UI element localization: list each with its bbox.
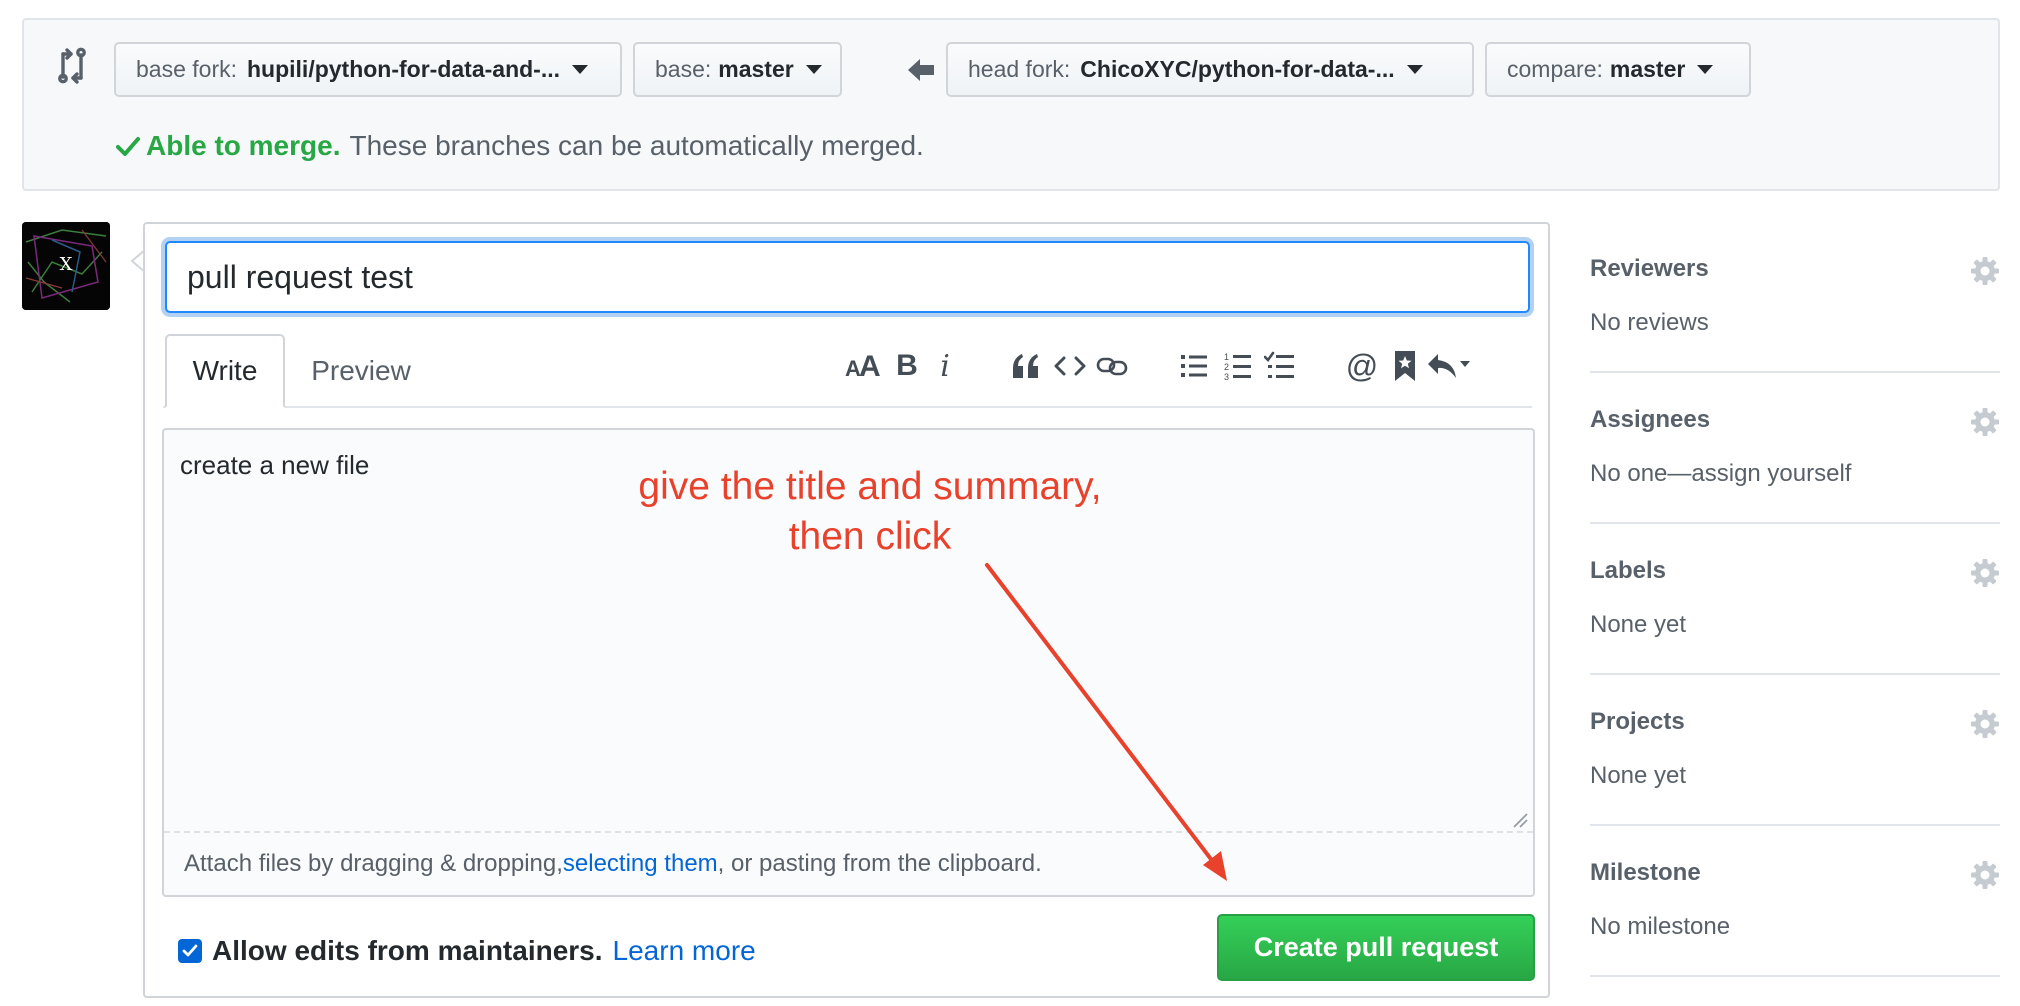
- assignees-heading: Assignees: [1590, 406, 1711, 433]
- reply-icon[interactable]: [1425, 344, 1473, 388]
- allow-edits-checkbox[interactable]: [178, 939, 202, 963]
- milestone-heading: Milestone: [1590, 859, 1701, 886]
- labels-heading: Labels: [1590, 557, 1667, 584]
- link-icon[interactable]: [1093, 344, 1131, 388]
- attach-files-zone[interactable]: Attach files by dragging & dropping, sel…: [164, 831, 1533, 895]
- avatar-letter: X: [60, 254, 73, 275]
- compare-branches-icon: [58, 47, 86, 84]
- allow-edits-label[interactable]: Allow edits from maintainers.: [212, 935, 603, 967]
- saved-reply-icon[interactable]: [1386, 344, 1424, 388]
- compare-branch-select[interactable]: compare: master: [1485, 42, 1751, 97]
- code-icon[interactable]: [1051, 344, 1089, 388]
- section-divider: [1590, 975, 2000, 977]
- bold-icon[interactable]: B: [888, 344, 926, 388]
- compare-branch-value: master: [1609, 56, 1686, 82]
- svg-text:3: 3: [1224, 372, 1229, 381]
- compare-branch-label: compare:: [1507, 56, 1603, 82]
- head-fork-value: ChicoXYC/python-for-data-...: [1080, 56, 1395, 82]
- body-text: create a new file: [180, 450, 370, 480]
- base-fork-value: hupili/python-for-data-and-...: [247, 56, 561, 82]
- allow-edits-row: Allow edits from maintainers. Learn more: [178, 935, 756, 967]
- merge-status-ok: Able to merge.: [146, 130, 341, 161]
- gear-icon[interactable]: [1970, 860, 2000, 890]
- sidebar-milestone: Milestone No milestone: [1590, 826, 2000, 977]
- text-size-icon[interactable]: AA: [843, 344, 881, 388]
- mention-icon[interactable]: @: [1343, 344, 1381, 388]
- quote-icon[interactable]: [1007, 344, 1045, 388]
- base-branch-value: master: [718, 56, 794, 82]
- chevron-down-icon: [805, 65, 822, 74]
- svg-text:2: 2: [1224, 362, 1229, 372]
- labels-value: None yet: [1590, 611, 1687, 638]
- unordered-list-icon[interactable]: [1175, 344, 1213, 388]
- sidebar-assignees: Assignees No one—assign yourself: [1590, 373, 2000, 524]
- reviewers-value: No reviews: [1590, 309, 1709, 336]
- tab-preview[interactable]: Preview: [291, 334, 431, 408]
- base-branch-label: base:: [655, 56, 712, 82]
- head-fork-select[interactable]: head fork: ChicoXYC/python-for-data-...: [946, 42, 1474, 97]
- annotation-text: give the title and summary, then click: [638, 465, 1102, 558]
- svg-text:1: 1: [1224, 352, 1229, 362]
- check-icon: [182, 944, 198, 957]
- compare-bar: base fork: hupili/python-for-data-and-..…: [22, 18, 2000, 191]
- attach-prefix: Attach files by dragging & dropping,: [184, 850, 563, 877]
- base-fork-select[interactable]: base fork: hupili/python-for-data-and-..…: [114, 42, 622, 97]
- milestone-value: No milestone: [1590, 913, 1731, 940]
- gear-icon[interactable]: [1970, 407, 2000, 437]
- gear-icon[interactable]: [1970, 256, 2000, 286]
- svg-text:A: A: [859, 351, 881, 381]
- arrow-left-icon: [908, 59, 934, 81]
- base-branch-select[interactable]: base: master: [633, 42, 842, 97]
- sidebar-projects: Projects None yet: [1590, 675, 2000, 826]
- check-icon: [116, 137, 140, 156]
- gear-icon[interactable]: [1970, 558, 2000, 588]
- base-fork-label: base fork:: [136, 56, 237, 82]
- italic-icon[interactable]: i: [926, 344, 964, 388]
- annotation-arrow: [985, 563, 1227, 881]
- avatar-image: X: [22, 222, 110, 310]
- assignees-value: No one—assign yourself: [1590, 460, 1852, 487]
- gear-icon[interactable]: [1970, 709, 2000, 739]
- tab-write[interactable]: Write: [165, 334, 285, 408]
- resize-handle[interactable]: [1512, 812, 1528, 828]
- learn-more-link[interactable]: Learn more: [613, 935, 756, 967]
- sidebar-reviewers: Reviewers No reviews: [1590, 222, 2000, 373]
- pull-request-composer: Write Preview AA B i 123 @ create a new …: [143, 222, 1550, 998]
- merge-status: Able to merge. These branches can be aut…: [116, 130, 924, 162]
- avatar[interactable]: X: [22, 222, 110, 310]
- merge-status-text: These branches can be automatically merg…: [349, 130, 924, 161]
- task-list-icon[interactable]: [1261, 344, 1299, 388]
- chevron-down-icon: [572, 65, 589, 74]
- create-pull-request-button[interactable]: Create pull request: [1217, 914, 1535, 981]
- select-files-link[interactable]: selecting them: [563, 850, 718, 878]
- projects-heading: Projects: [1590, 708, 1685, 735]
- title-input[interactable]: [165, 241, 1530, 313]
- sidebar-labels: Labels None yet: [1590, 524, 2000, 675]
- ordered-list-icon[interactable]: 123: [1219, 344, 1257, 388]
- projects-value: None yet: [1590, 762, 1687, 789]
- chevron-down-icon: [1406, 65, 1423, 74]
- chevron-down-icon: [1697, 65, 1714, 74]
- reviewers-heading: Reviewers: [1590, 255, 1709, 282]
- head-fork-label: head fork:: [968, 56, 1071, 82]
